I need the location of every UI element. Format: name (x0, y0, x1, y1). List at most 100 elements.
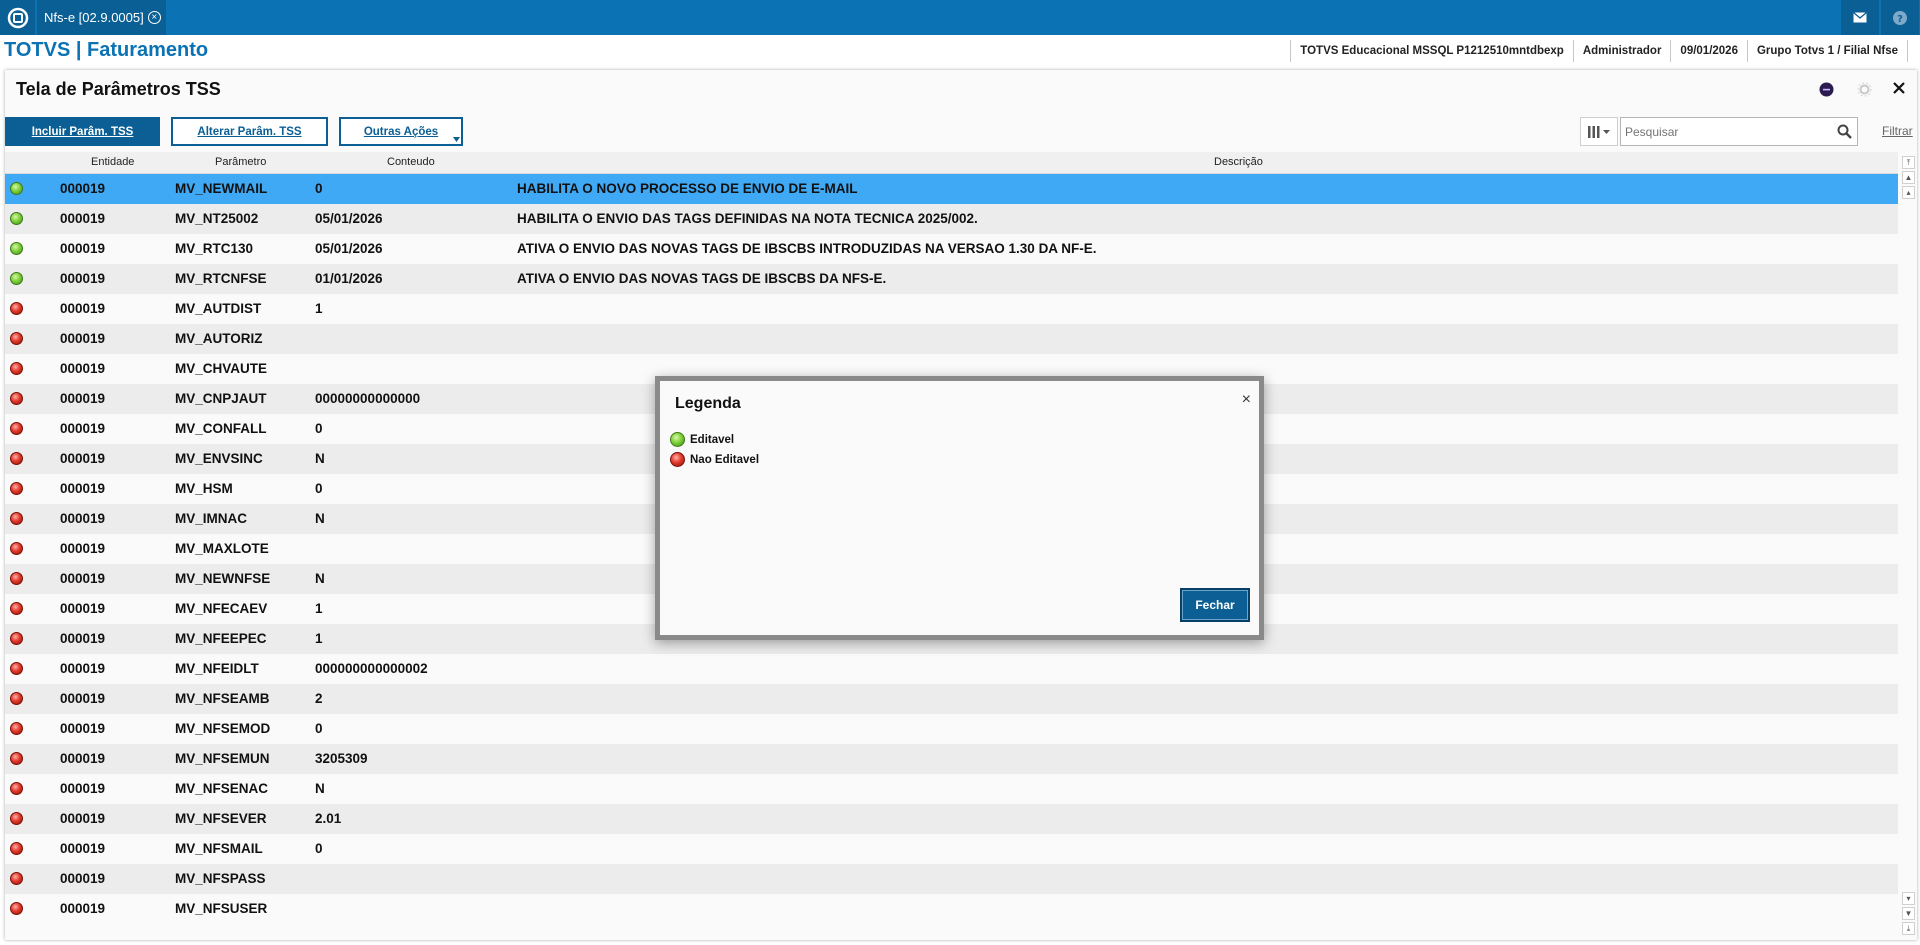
cell-entidade: 000019 (60, 271, 106, 286)
cell-conteudo: 05/01/2026 (315, 241, 383, 256)
tab-label: Nfs-e [02.9.0005] (44, 10, 144, 25)
cell-parametro: MV_RTCNFSE (175, 271, 267, 286)
scroll-page-down-icon[interactable]: ▼ (1902, 907, 1915, 920)
columns-button[interactable] (1580, 117, 1618, 146)
column-header-conteudo[interactable]: Conteudo (387, 156, 435, 168)
table-row[interactable]: 000019 MV_NFSUSER (5, 894, 1898, 924)
dialog-close-icon[interactable]: × (1242, 391, 1251, 409)
scroll-page-up-icon[interactable]: ▲ (1902, 171, 1915, 184)
column-header-descricao[interactable]: Descrição (1214, 156, 1263, 168)
environment-label: TOTVS Educacional MSSQL P1212510mntdbexp (1290, 40, 1573, 62)
cell-entidade: 000019 (60, 601, 106, 616)
cell-descricao: HABILITA O NOVO PROCESSO DE ENVIO DE E-M… (517, 181, 858, 196)
cell-descricao: ATIVA O ENVIO DAS NOVAS TAGS DE IBSCBS I… (517, 241, 1097, 256)
cell-parametro: MV_NEWNFSE (175, 571, 271, 586)
cell-entidade: 000019 (60, 211, 106, 226)
cell-parametro: MV_NFEIDLT (175, 661, 259, 676)
search-input[interactable] (1625, 123, 1825, 141)
svg-text:?: ? (1897, 14, 1903, 25)
cell-entidade: 000019 (60, 361, 106, 376)
cell-conteudo: 0 (315, 421, 323, 436)
cell-conteudo: 00000000000000 (315, 391, 421, 406)
cell-entidade: 000019 (60, 721, 106, 736)
table-row[interactable]: 000019 MV_NT25002 05/01/2026 HABILITA O ENV… (5, 204, 1898, 234)
cell-conteudo: N (315, 511, 325, 526)
red-status-icon (10, 302, 23, 315)
table-row[interactable]: 000019 MV_NFSEVER 2.01 (5, 804, 1898, 834)
cell-conteudo: N (315, 571, 325, 586)
table-row[interactable]: 000019 MV_RTCNFSE 01/01/2026 ATIVA O ENVIO … (5, 264, 1898, 294)
cell-parametro: MV_NFSEMUN (175, 751, 270, 766)
help-icon[interactable]: ? (1881, 0, 1919, 35)
legend-item-editavel: Editavel (670, 432, 734, 447)
table-row[interactable]: 000019 MV_NEWMAIL 0 HABILITA O NOVO PROCESS… (5, 174, 1898, 204)
header-divider (1907, 40, 1908, 62)
table-row[interactable]: 000019 MV_RTC130 05/01/2026 ATIVA O ENVIO D… (5, 234, 1898, 264)
totvs-logo-icon[interactable] (0, 0, 35, 35)
table-row[interactable]: 000019 MV_NFEIDLT 000000000000002 (5, 654, 1898, 684)
scroll-up-icon[interactable]: ▴ (1902, 186, 1915, 199)
green-status-icon (10, 212, 23, 225)
tab-close-icon[interactable]: × (147, 11, 161, 24)
red-status-icon (10, 512, 23, 525)
cell-entidade: 000019 (60, 811, 106, 826)
cell-parametro: MV_NFSENAC (175, 781, 269, 796)
red-status-icon (10, 422, 23, 435)
cell-entidade: 000019 (60, 391, 106, 406)
cell-entidade: 000019 (60, 781, 106, 796)
cell-conteudo: 05/01/2026 (315, 211, 383, 226)
legend-label: Editavel (690, 433, 735, 446)
fechar-button[interactable]: Fechar (1180, 588, 1250, 622)
cell-parametro: MV_NFSUSER (175, 901, 268, 916)
user-label: Administrador (1572, 40, 1671, 62)
cell-conteudo: 3205309 (315, 751, 368, 766)
cell-entidade: 000019 (60, 691, 106, 706)
scroll-bottom-icon[interactable]: ⤓ (1902, 922, 1915, 935)
cell-conteudo: 01/01/2026 (315, 271, 383, 286)
table-row[interactable]: 000019 MV_NFSENAC N (5, 774, 1898, 804)
cell-conteudo: 1 (315, 631, 323, 646)
mail-icon[interactable] (1841, 0, 1879, 35)
table-row[interactable]: 000019 MV_NFSMAIL 0 (5, 834, 1898, 864)
table-row[interactable]: 000019 MV_AUTORIZ (5, 324, 1898, 354)
settings-icon[interactable] (1857, 82, 1872, 102)
cell-parametro: MV_NFEEPEC (175, 631, 267, 646)
cell-entidade: 000019 (60, 751, 106, 766)
table-row[interactable]: 000019 MV_NFSEMOD 0 (5, 714, 1898, 744)
cell-parametro: MV_NT25002 (175, 211, 259, 226)
scroll-down-icon[interactable]: ▾ (1902, 892, 1915, 905)
cell-entidade: 000019 (60, 541, 106, 556)
other-actions-button[interactable]: Outras Ações (339, 117, 463, 146)
table-row[interactable]: 000019 MV_NFSEAMB 2 (5, 684, 1898, 714)
vertical-scrollbar[interactable]: ⤒ ▲ ▴ ▾ ▼ ⤓ (1900, 152, 1917, 940)
cell-conteudo: 0 (315, 481, 323, 496)
column-header-parametro[interactable]: Parâmetro (215, 156, 266, 168)
column-header-entidade[interactable]: Entidade (91, 156, 134, 168)
include-param-button[interactable]: Incluir Parâm. TSS (5, 117, 160, 146)
cell-entidade: 000019 (60, 901, 106, 916)
cell-entidade: 000019 (60, 841, 106, 856)
tab-nfse[interactable]: Nfs-e [02.9.0005] × (37, 0, 166, 35)
table-row[interactable]: 000019 MV_NFSEMUN 3205309 (5, 744, 1898, 774)
cell-parametro: MV_NFECAEV (175, 601, 268, 616)
green-status-icon (10, 272, 23, 285)
filter-link[interactable]: Filtrar (1882, 124, 1913, 138)
alter-param-button[interactable]: Alterar Parâm. TSS (171, 117, 328, 146)
cell-parametro: MV_NFSEVER (175, 811, 267, 826)
status-icon[interactable] (1819, 82, 1834, 102)
scroll-top-icon[interactable]: ⤒ (1902, 156, 1915, 169)
table-row[interactable]: 000019 MV_NFSPASS (5, 864, 1898, 894)
red-status-icon (10, 452, 23, 465)
red-status-icon (10, 842, 23, 855)
other-actions-label: Outras Ações (363, 125, 439, 138)
cell-descricao: HABILITA O ENVIO DAS TAGS DEFINIDAS NA N… (517, 211, 978, 226)
app-brand: TOTVS | Faturamento (4, 39, 209, 61)
search-icon[interactable] (1837, 124, 1852, 139)
red-status-icon (10, 482, 23, 495)
table-row[interactable]: 000019 MV_AUTDIST 1 (5, 294, 1898, 324)
top-bar: Nfs-e [02.9.0005] × ? (0, 0, 1920, 35)
cell-parametro: MV_AUTDIST (175, 301, 262, 316)
cell-parametro: MV_CNPJAUT (175, 391, 267, 406)
close-icon[interactable] (1892, 81, 1906, 100)
cell-entidade: 000019 (60, 571, 106, 586)
